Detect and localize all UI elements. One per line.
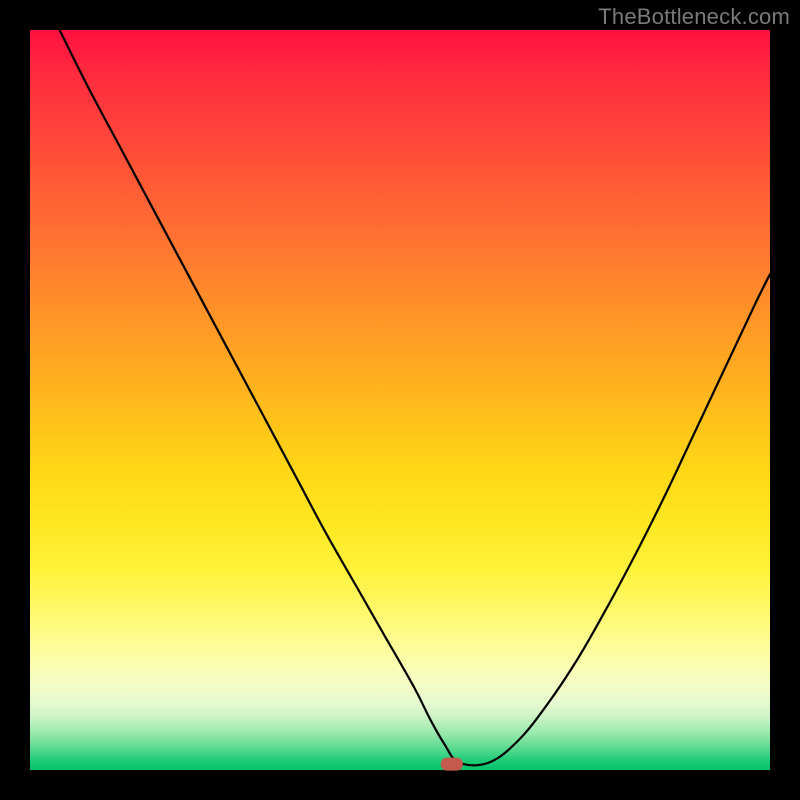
chart-frame: TheBottleneck.com	[0, 0, 800, 800]
watermark-text: TheBottleneck.com	[598, 4, 790, 30]
optimal-point-marker	[441, 758, 463, 771]
plot-area	[30, 30, 770, 770]
curve-svg	[30, 30, 770, 770]
bottleneck-curve	[60, 30, 770, 765]
